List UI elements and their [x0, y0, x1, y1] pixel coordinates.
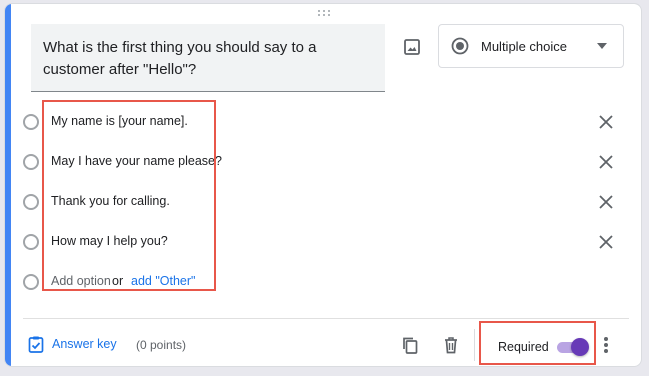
delete-icon[interactable] [442, 336, 460, 354]
option-radio-icon [23, 274, 39, 290]
footer-separator [474, 329, 475, 361]
drag-handle-icon[interactable] [318, 10, 332, 20]
image-icon[interactable] [403, 38, 421, 56]
more-vert-icon[interactable] [602, 337, 610, 355]
question-card: What is the first thing you should say t… [4, 3, 642, 367]
option-radio-icon [23, 154, 39, 170]
or-label: or [112, 274, 124, 288]
close-icon[interactable] [598, 154, 614, 170]
answer-key-icon [28, 336, 44, 353]
add-other-link[interactable]: add "Other" [131, 274, 195, 288]
question-type-label: Multiple choice [481, 38, 567, 54]
question-title-input[interactable]: What is the first thing you should say t… [31, 24, 385, 92]
answer-option: May I have your name please? [23, 147, 633, 187]
close-icon[interactable] [598, 114, 614, 130]
option-label[interactable]: My name is [your name]. [51, 114, 188, 128]
active-card-accent [5, 4, 11, 366]
toggle-thumb [571, 338, 589, 356]
option-radio-icon [23, 114, 39, 130]
close-icon[interactable] [598, 234, 614, 250]
points-label: (0 points) [136, 338, 187, 352]
dropdown-caret-icon [597, 43, 607, 49]
answer-option: Thank you for calling. [23, 187, 633, 227]
add-option-row: Add option or add "Other" [23, 267, 633, 307]
question-type-dropdown[interactable]: Multiple choice [438, 24, 624, 68]
add-option-input[interactable]: Add option [51, 274, 111, 288]
duplicate-icon[interactable] [401, 336, 419, 354]
answer-options-list: My name is [your name]. May I have your … [23, 107, 633, 307]
option-radio-icon [23, 194, 39, 210]
option-label[interactable]: May I have your name please? [51, 154, 222, 168]
option-label[interactable]: How may I help you? [51, 234, 168, 248]
answer-option: How may I help you? [23, 227, 633, 267]
answer-option: My name is [your name]. [23, 107, 633, 147]
option-label[interactable]: Thank you for calling. [51, 194, 170, 208]
option-radio-icon [23, 234, 39, 250]
close-icon[interactable] [598, 194, 614, 210]
radio-button-icon [451, 37, 469, 55]
answer-key-button[interactable]: Answer key [27, 335, 117, 353]
required-label: Required [498, 340, 549, 354]
question-title-text: What is the first thing you should say t… [43, 39, 317, 78]
answer-key-label: Answer key [52, 337, 117, 351]
footer-divider [23, 318, 629, 319]
required-toggle[interactable] [555, 338, 589, 356]
